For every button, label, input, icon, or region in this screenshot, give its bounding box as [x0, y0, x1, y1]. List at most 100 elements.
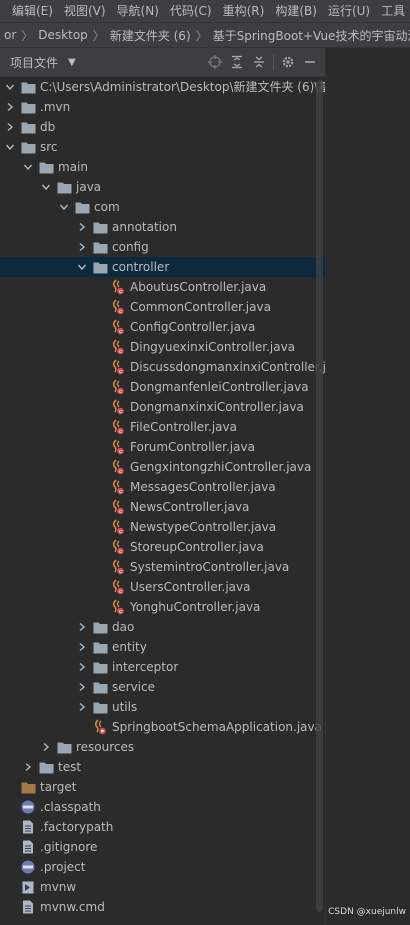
menu-item[interactable]: 运行(U)	[322, 0, 375, 22]
chevron-down-icon[interactable]	[58, 197, 70, 217]
breadcrumb-item[interactable]: 基于SpringBoot+Vue技术的宇宙动漫网站	[209, 27, 410, 44]
chevron-down-icon[interactable]	[4, 77, 16, 97]
menu-item[interactable]: 编辑(E)	[0, 0, 58, 22]
tree-row[interactable]: annotation	[0, 217, 325, 237]
folder-icon	[20, 119, 36, 135]
tree-row[interactable]: c SystemintroController.java	[0, 557, 325, 577]
tree-item-label: annotation	[112, 220, 177, 234]
chevron-right-icon[interactable]	[76, 217, 88, 237]
tree-row[interactable]: .project	[0, 857, 325, 877]
folder-icon	[20, 139, 36, 155]
breadcrumb-separator-chevron-icon: 〉	[21, 28, 34, 43]
tree-row[interactable]: c DongmanxinxiController.java	[0, 397, 325, 417]
chevron-down-icon[interactable]	[40, 177, 52, 197]
tree-item-label: mvnw	[40, 880, 77, 894]
chevron-down-icon[interactable]	[22, 157, 34, 177]
tree-row[interactable]: mvnw	[0, 877, 325, 897]
menu-item[interactable]: 代码(C)	[164, 0, 217, 22]
chevron-right-icon[interactable]	[40, 737, 52, 757]
tree-row[interactable]: test	[0, 757, 325, 777]
tree-row[interactable]: c AboutusController.java	[0, 277, 325, 297]
tree-row[interactable]: com	[0, 197, 325, 217]
svg-text:c: c	[119, 429, 122, 435]
breadcrumb-item[interactable]: 新建文件夹 (6)	[106, 27, 195, 44]
tree-item-label: target	[40, 780, 77, 794]
chevron-right-icon[interactable]	[76, 617, 88, 637]
tree-row[interactable]: .gitignore	[0, 837, 325, 857]
gear-icon[interactable]	[277, 51, 299, 73]
chevron-down-icon[interactable]	[4, 137, 16, 157]
svg-text:c: c	[119, 529, 122, 535]
chevron-right-icon[interactable]	[4, 117, 16, 137]
tree-row[interactable]: entity	[0, 637, 325, 657]
tree-row[interactable]: c GengxintongzhiController.java	[0, 457, 325, 477]
collapse-all-icon[interactable]	[248, 51, 270, 73]
folder-icon	[92, 699, 108, 715]
tree-item-label: controller	[112, 260, 170, 274]
menu-item[interactable]: 视图(V)	[58, 0, 111, 22]
menu-item[interactable]: 工具	[375, 0, 410, 22]
chevron-right-icon[interactable]	[22, 757, 34, 777]
tree-row[interactable]: c MessagesController.java	[0, 477, 325, 497]
tree-row[interactable]: c DingyuexinxiController.java	[0, 337, 325, 357]
menu-item[interactable]: 导航(N)	[111, 0, 164, 22]
view-selector-chevron-icon[interactable]: ▼	[68, 57, 76, 68]
chevron-right-icon[interactable]	[76, 237, 88, 257]
tree-row[interactable]: c NewsController.java	[0, 497, 325, 517]
tree-row[interactable]: c NewstypeController.java	[0, 517, 325, 537]
tree-row[interactable]: mvnw.cmd	[0, 897, 325, 917]
tree-scrollbar[interactable]	[316, 80, 323, 912]
chevron-right-icon[interactable]	[76, 657, 88, 677]
folder-icon	[92, 239, 108, 255]
folder-icon	[56, 179, 72, 195]
tree-row[interactable]: c UsersController.java	[0, 577, 325, 597]
java-class-icon: c	[110, 279, 126, 295]
menu-item[interactable]: 重构(R)	[217, 0, 270, 22]
menu-item[interactable]: 构建(B)	[269, 0, 322, 22]
tree-row[interactable]: .factorypath	[0, 817, 325, 837]
tree-row[interactable]: c DongmanfenleiController.java	[0, 377, 325, 397]
tree-row[interactable]: src	[0, 137, 325, 157]
tree-row[interactable]: SpringbootSchemaApplication.java	[0, 717, 325, 737]
tree-row[interactable]: resources	[0, 737, 325, 757]
tree-row[interactable]: c CommonController.java	[0, 297, 325, 317]
tree-row[interactable]: java	[0, 177, 325, 197]
tree-row[interactable]: config	[0, 237, 325, 257]
tree-row[interactable]: dao	[0, 617, 325, 637]
tree-row[interactable]: main	[0, 157, 325, 177]
tree-row[interactable]: c StoreupController.java	[0, 537, 325, 557]
tree-row[interactable]: target	[0, 777, 325, 797]
svg-text:c: c	[119, 309, 122, 315]
tree-row[interactable]: c DiscussdongmanxinxiController.java	[0, 357, 325, 377]
tree-row[interactable]: c ForumController.java	[0, 437, 325, 457]
chevron-right-icon[interactable]	[76, 677, 88, 697]
project-view-title[interactable]: 项目文件	[10, 54, 58, 71]
crosshair-icon[interactable]	[204, 51, 226, 73]
svg-text:c: c	[119, 329, 122, 335]
minimize-icon[interactable]	[299, 51, 321, 73]
chevron-right-icon[interactable]	[76, 637, 88, 657]
tree-row[interactable]: c FileController.java	[0, 417, 325, 437]
tree-row[interactable]: db	[0, 117, 325, 137]
tree-row[interactable]: .mvn	[0, 97, 325, 117]
chevron-right-icon[interactable]	[76, 697, 88, 717]
chevron-right-icon[interactable]	[4, 97, 16, 117]
spring-application-icon	[92, 719, 108, 735]
tree-row[interactable]: service	[0, 677, 325, 697]
expand-all-icon[interactable]	[226, 51, 248, 73]
tree-row[interactable]: utils	[0, 697, 325, 717]
tree-row[interactable]: controller	[0, 257, 325, 277]
breadcrumb-item[interactable]: Desktop	[34, 28, 92, 42]
breadcrumb-item[interactable]: or	[0, 28, 20, 42]
tree-row[interactable]: c ConfigController.java	[0, 317, 325, 337]
tree-row[interactable]: .classpath	[0, 797, 325, 817]
tree-row[interactable]: c YonghuController.java	[0, 597, 325, 617]
tree-row[interactable]: interceptor	[0, 657, 325, 677]
tree-row[interactable]: C:\Users\Administrator\Desktop\新建文件夹 (6)…	[0, 77, 325, 97]
chevron-down-icon[interactable]	[76, 257, 88, 277]
svg-text:c: c	[119, 289, 122, 295]
